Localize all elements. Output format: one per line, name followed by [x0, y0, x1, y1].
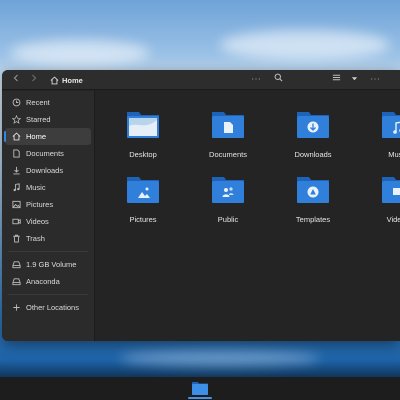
sidebar-item-label: Home [26, 132, 47, 141]
plus-icon [11, 303, 21, 313]
file-item-label: Templates [295, 215, 331, 224]
file-item-pictures[interactable]: Pictures [103, 163, 183, 224]
sidebar-item-trash[interactable]: Trash [5, 230, 91, 247]
sidebar-item-label: Other Locations [26, 303, 79, 312]
breadcrumb-label: Home [62, 75, 83, 85]
sidebar-item-anaconda[interactable]: Anaconda [5, 273, 91, 290]
view-toggle-button[interactable] [328, 72, 344, 88]
sidebar-item-label: Music [26, 183, 46, 192]
sidebar-item-other-locations[interactable]: Other Locations [5, 299, 91, 316]
sidebar-item-starred[interactable]: Starred [5, 111, 91, 128]
sidebar-item-label: Downloads [26, 166, 64, 175]
public-folder-icon [212, 177, 244, 203]
wallpaper-cloud [220, 30, 390, 60]
sidebar-item-videos[interactable]: Videos [5, 213, 91, 230]
document-icon [11, 149, 21, 159]
home-icon [50, 75, 59, 84]
file-item-label: Public [217, 215, 239, 224]
sidebar-item-home[interactable]: Home [4, 128, 91, 145]
drive-icon [11, 277, 21, 287]
video-icon [11, 217, 21, 227]
sidebar-item-documents[interactable]: Documents [5, 145, 91, 162]
running-indicator [188, 397, 212, 399]
file-item-label: Pictures [129, 215, 157, 224]
sidebar-divider [8, 251, 88, 252]
clock-icon [11, 98, 21, 108]
file-item-downloads[interactable]: Downloads [273, 98, 353, 159]
download-icon [11, 166, 21, 176]
file-item-videos[interactable]: Videos [358, 163, 400, 224]
file-item-label: Documents [209, 150, 247, 159]
videos-folder-icon [382, 177, 400, 203]
file-item-public[interactable]: Public [188, 163, 268, 224]
sidebar-divider [8, 294, 88, 295]
search-icon [274, 73, 282, 82]
file-item-label: Desktop [129, 150, 157, 159]
search-button[interactable] [270, 72, 286, 88]
back-button[interactable] [8, 72, 24, 88]
wallpaper-cloud [10, 40, 150, 66]
sort-dropdown-button[interactable] [346, 72, 362, 88]
downloads-folder-icon [297, 112, 329, 138]
sidebar-item-volume[interactable]: 1.9 GB Volume [5, 256, 91, 273]
file-item-label: Music [388, 150, 400, 159]
sidebar: Recent Starred Home Documents Downloads … [2, 91, 95, 341]
main-menu-button[interactable]: ⋯ [367, 72, 383, 88]
file-item-templates[interactable]: Templates [273, 163, 353, 224]
pictures-folder-icon [127, 177, 159, 203]
sidebar-item-label: Starred [26, 115, 51, 124]
trash-icon [11, 234, 21, 244]
star-icon [11, 115, 21, 125]
sidebar-item-label: Recent [26, 98, 50, 107]
sidebar-item-label: Videos [26, 217, 49, 226]
forward-button[interactable] [26, 72, 42, 88]
sidebar-item-label: Anaconda [26, 277, 60, 286]
file-item-desktop[interactable]: Desktop [103, 98, 183, 159]
sidebar-item-label: 1.9 GB Volume [26, 260, 77, 269]
file-item-label: Downloads [294, 150, 332, 159]
sidebar-item-pictures[interactable]: Pictures [5, 196, 91, 213]
chevron-right-icon [32, 74, 37, 82]
chevron-left-icon [13, 74, 18, 82]
files-folder-icon[interactable] [191, 380, 209, 396]
sidebar-item-recent[interactable]: Recent [5, 94, 91, 111]
templates-folder-icon [297, 177, 329, 203]
breadcrumb[interactable]: Home [50, 72, 83, 88]
sidebar-item-downloads[interactable]: Downloads [5, 162, 91, 179]
file-grid: Desktop Documents Downloads Mu Pictures … [96, 91, 400, 341]
list-view-icon [332, 74, 340, 81]
file-item-label: Videos [386, 215, 400, 224]
picture-icon [11, 200, 21, 210]
file-item-music[interactable]: Music [358, 98, 400, 159]
drive-icon [11, 260, 21, 270]
chevron-down-icon [351, 77, 357, 81]
sidebar-item-label: Documents [26, 149, 64, 158]
wallpaper-cloud [120, 350, 320, 366]
file-manager-window: Home ⋯ ⋯ Recent Starred Home Documents D… [2, 70, 400, 341]
file-item-documents[interactable]: Documents [188, 98, 268, 159]
desktop-folder-icon [127, 112, 159, 138]
music-folder-icon [382, 112, 400, 138]
documents-folder-icon [212, 112, 244, 138]
path-overflow-button[interactable]: ⋯ [248, 72, 264, 88]
sidebar-item-music[interactable]: Music [5, 179, 91, 196]
music-icon [11, 183, 21, 193]
sidebar-item-label: Trash [26, 234, 45, 243]
header-bar: Home ⋯ ⋯ [2, 70, 400, 90]
home-icon [11, 132, 21, 142]
sidebar-item-label: Pictures [26, 200, 54, 209]
